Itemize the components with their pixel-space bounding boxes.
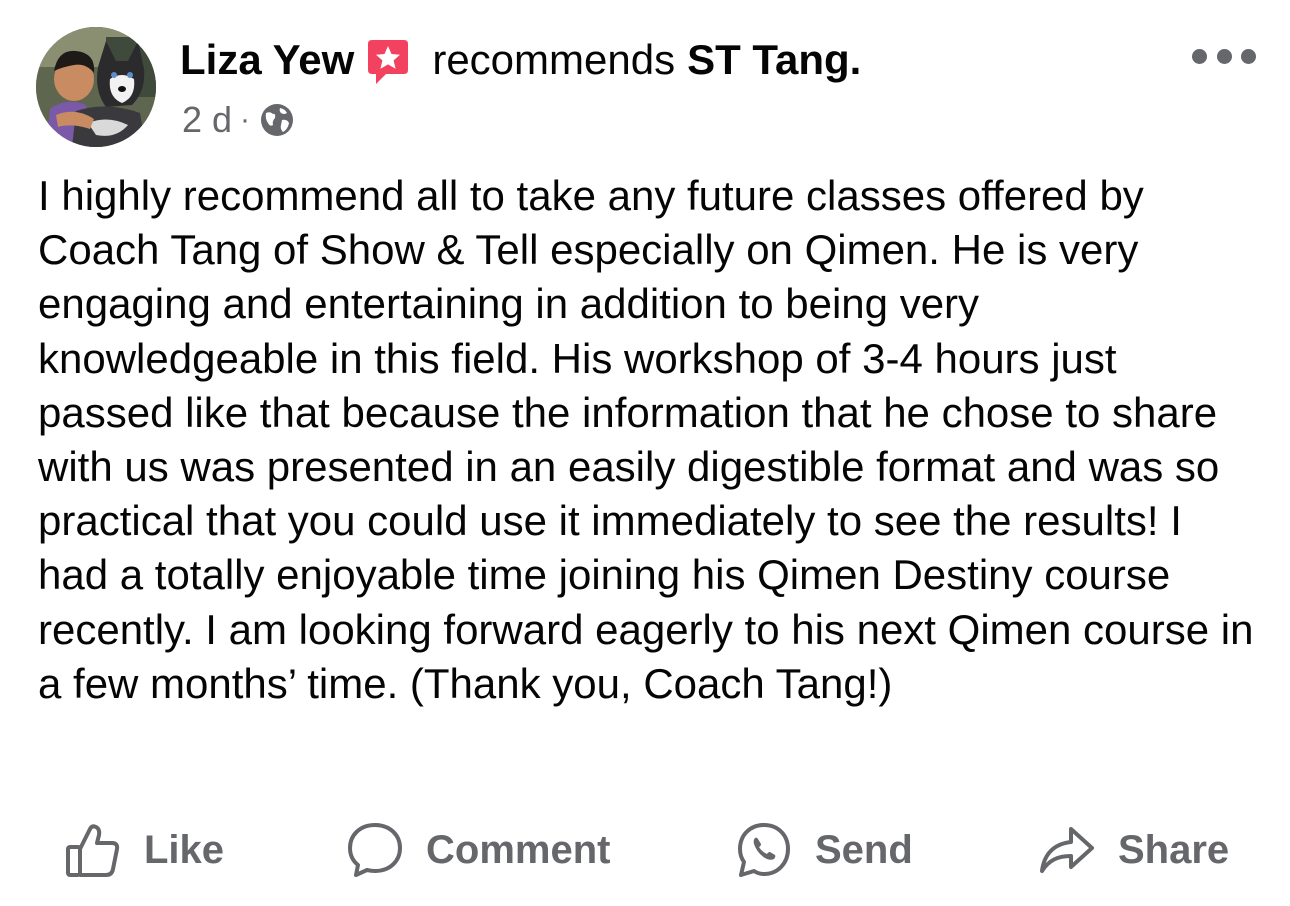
post-meta: 2 d · [182,96,296,144]
globe-icon[interactable] [258,101,296,139]
share-button[interactable]: Share [1038,815,1229,885]
send-label: Send [815,827,913,872]
like-button[interactable]: Like [64,815,224,885]
comment-bubble-icon [348,823,402,877]
whatsapp-send-icon [738,823,790,877]
post-timestamp[interactable]: 2 d [182,99,232,141]
recommend-star-icon [364,38,412,86]
more-dot [1216,48,1232,64]
post-header: Liza Yew recommends ST Tang. [180,34,861,86]
like-label: Like [144,827,225,872]
recommendation-post: Liza Yew recommends ST Tang. 2 d · I hig… [0,0,1290,906]
recommended-page-name[interactable]: ST Tang. [687,34,861,86]
more-dot [1241,48,1256,64]
post-body-text: I highly recommend all to take any futur… [38,172,1254,707]
post-action-bar: Like Comment Send Share [0,815,1290,885]
avatar[interactable] [36,27,156,147]
recommends-text: recommends [432,36,676,83]
comment-label: Comment [426,827,611,872]
comment-button[interactable]: Comment [346,815,610,885]
more-options-icon[interactable] [1192,36,1256,76]
meta-separator: · [240,103,251,136]
send-button[interactable]: Send [735,815,913,885]
share-label: Share [1118,827,1230,872]
thumbs-up-icon [66,824,120,877]
author-name[interactable]: Liza Yew [180,34,354,86]
share-arrow-icon [1040,827,1094,873]
avatar-photo [36,27,156,147]
more-dot [1192,48,1207,64]
